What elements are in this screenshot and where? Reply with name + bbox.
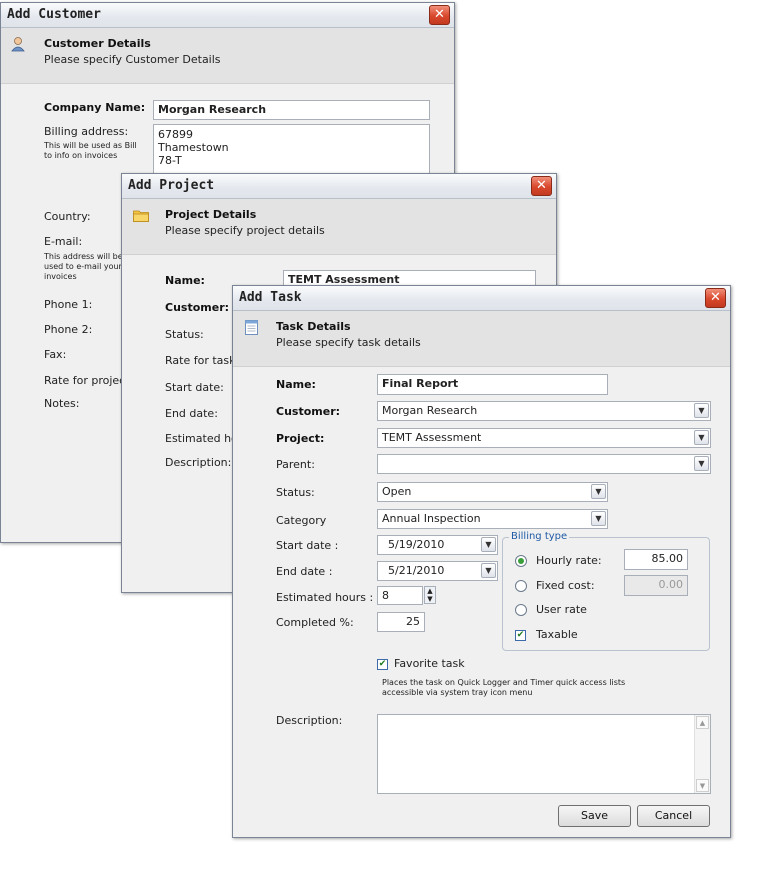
scroll-down-icon[interactable]: ▼ xyxy=(696,779,709,792)
task-end-date-label: End date : xyxy=(276,565,333,578)
customer-window-title: Add Customer xyxy=(7,7,101,22)
fixed-cost-input[interactable]: 0.00 xyxy=(624,575,688,596)
taxable-label: Taxable xyxy=(536,628,578,641)
scroll-up-icon[interactable]: ▲ xyxy=(696,716,709,729)
task-status-select[interactable]: Open ▼ xyxy=(377,482,608,502)
customer-header-subtitle: Please specify Customer Details xyxy=(44,53,221,66)
task-customer-select[interactable]: Morgan Research ▼ xyxy=(377,401,711,421)
project-status-label: Status: xyxy=(165,328,204,341)
task-titlebar[interactable]: Add Task ✕ xyxy=(233,286,730,311)
company-name-input[interactable]: Morgan Research xyxy=(153,100,430,120)
favorite-task-hint-line-1: Places the task on Quick Logger and Time… xyxy=(382,678,626,687)
project-description-label: Description: xyxy=(165,456,232,469)
task-customer-label: Customer: xyxy=(276,405,341,418)
project-window-title: Add Project xyxy=(128,178,215,193)
customer-titlebar[interactable]: Add Customer ✕ xyxy=(1,3,454,28)
task-end-date-picker[interactable]: 5/21/2010 ▼ xyxy=(377,561,498,581)
user-rate-label: User rate xyxy=(536,603,587,616)
save-button[interactable]: Save xyxy=(558,805,631,827)
task-completed-input[interactable]: 25 xyxy=(377,612,425,632)
task-completed-label: Completed %: xyxy=(276,616,354,629)
folder-icon xyxy=(133,209,149,225)
favorite-task-hint-line-2: accessible via system tray icon menu xyxy=(382,688,533,697)
project-name-label: Name: xyxy=(165,274,205,287)
billing-line-1: 67899 xyxy=(158,128,193,141)
favorite-task-label: Favorite task xyxy=(394,657,465,670)
task-start-date-label: Start date : xyxy=(276,539,339,552)
fixed-cost-label: Fixed cost: xyxy=(536,579,595,592)
chevron-down-icon[interactable]: ▼ xyxy=(694,403,709,418)
chevron-down-icon[interactable]: ▼ xyxy=(591,511,606,526)
task-start-date-picker[interactable]: 5/19/2010 ▼ xyxy=(377,535,498,555)
task-header-title: Task Details xyxy=(276,320,351,333)
project-header-title: Project Details xyxy=(165,208,257,221)
fixed-cost-radio[interactable] xyxy=(515,580,527,592)
task-name-input[interactable]: Final Report xyxy=(377,374,608,395)
cancel-button[interactable]: Cancel xyxy=(637,805,710,827)
task-window-title: Add Task xyxy=(239,290,302,305)
billing-address-label: Billing address: xyxy=(44,125,129,138)
task-status-label: Status: xyxy=(276,486,315,499)
country-label: Country: xyxy=(44,210,91,223)
task-project-select[interactable]: TEMT Assessment ▼ xyxy=(377,428,711,448)
billing-type-group: Billing type Hourly rate: 85.00 Fixed co… xyxy=(502,531,710,651)
task-category-select[interactable]: Annual Inspection ▼ xyxy=(377,509,608,529)
task-estimated-hours-input[interactable]: 8 xyxy=(377,586,423,605)
close-icon[interactable]: ✕ xyxy=(705,288,726,308)
email-hint: This address will be used to e-mail your… xyxy=(44,252,123,281)
hourly-rate-input[interactable]: 85.00 xyxy=(624,549,688,570)
task-name-label: Name: xyxy=(276,378,316,391)
chevron-down-icon[interactable]: ▼ xyxy=(694,456,709,471)
project-start-date-label: Start date: xyxy=(165,381,224,394)
task-project-label: Project: xyxy=(276,432,325,445)
description-scrollbar[interactable]: ▲ ▼ xyxy=(694,715,710,793)
project-customer-label: Customer: xyxy=(165,301,230,314)
chevron-down-icon[interactable]: ▼ xyxy=(694,430,709,445)
favorite-task-checkbox[interactable]: ✔ xyxy=(377,659,388,670)
notes-label: Notes: xyxy=(44,397,80,410)
project-header: Project Details Please specify project d… xyxy=(122,199,556,255)
hourly-rate-radio[interactable] xyxy=(515,555,527,567)
task-parent-select[interactable]: ▼ xyxy=(377,454,711,474)
task-category-label: Category xyxy=(276,514,327,527)
rate-for-tasks-label: Rate for tasks xyxy=(165,354,242,367)
project-titlebar[interactable]: Add Project ✕ xyxy=(122,174,556,199)
task-parent-label: Parent: xyxy=(276,458,315,471)
customer-header: Customer Details Please specify Customer… xyxy=(1,28,454,84)
task-description-textarea[interactable]: ▲ ▼ xyxy=(377,714,711,794)
close-icon[interactable]: ✕ xyxy=(531,176,552,196)
phone2-label: Phone 2: xyxy=(44,323,93,336)
task-header: Task Details Please specify task details xyxy=(233,311,730,367)
task-header-subtitle: Please specify task details xyxy=(276,336,421,349)
document-icon xyxy=(245,320,258,338)
hourly-rate-label: Hourly rate: xyxy=(536,554,602,567)
email-label: E-mail: xyxy=(44,235,83,248)
fax-label: Fax: xyxy=(44,348,67,361)
billing-address-hint: This will be used as Bill to info on inv… xyxy=(44,141,137,160)
taxable-checkbox[interactable]: ✔ xyxy=(515,630,526,641)
billing-line-3: 78-T xyxy=(158,154,182,167)
calendar-dropdown-icon[interactable]: ▼ xyxy=(481,563,496,578)
project-end-date-label: End date: xyxy=(165,407,218,420)
calendar-dropdown-icon[interactable]: ▼ xyxy=(481,537,496,552)
company-name-label: Company Name: xyxy=(44,101,146,114)
task-description-label: Description: xyxy=(276,714,343,727)
project-header-subtitle: Please specify project details xyxy=(165,224,325,237)
billing-line-2: Thamestown xyxy=(158,141,229,154)
rate-for-project-label: Rate for project: xyxy=(44,374,134,387)
user-icon xyxy=(11,36,25,55)
user-rate-radio[interactable] xyxy=(515,604,527,616)
billing-type-legend: Billing type xyxy=(509,531,570,542)
phone1-label: Phone 1: xyxy=(44,298,93,311)
chevron-down-icon[interactable]: ▼ xyxy=(591,484,606,499)
close-icon[interactable]: ✕ xyxy=(429,5,450,25)
add-task-window: Add Task ✕ Task Details Please specify t… xyxy=(232,285,731,838)
estimated-hours-spinner[interactable]: ▲ ▼ xyxy=(424,586,436,604)
customer-header-title: Customer Details xyxy=(44,37,151,50)
task-estimated-hours-label: Estimated hours : xyxy=(276,591,374,604)
